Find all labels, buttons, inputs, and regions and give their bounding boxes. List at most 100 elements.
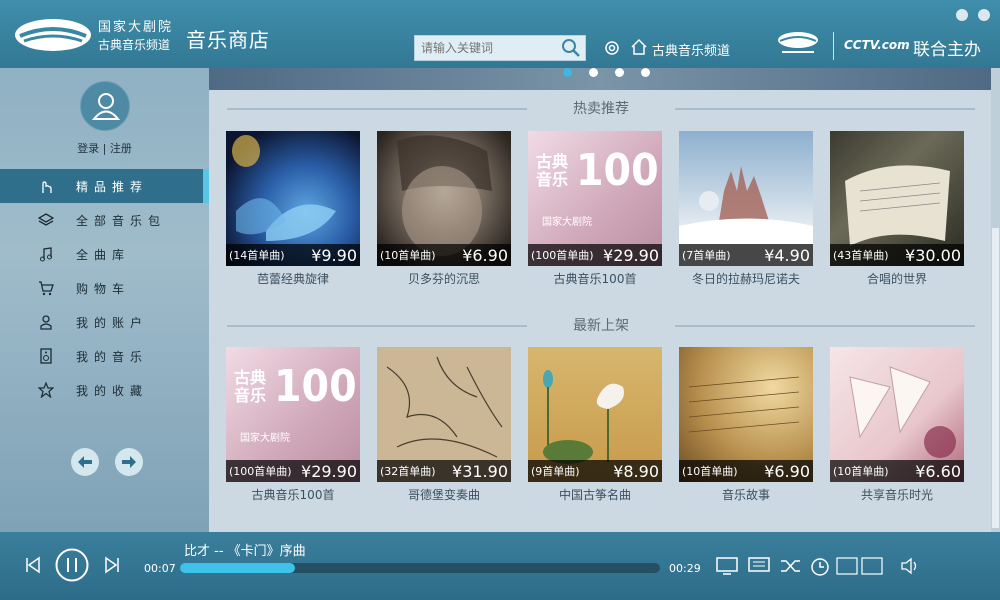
price: ¥6.90 xyxy=(462,245,508,265)
next-icon[interactable] xyxy=(103,556,121,574)
channel-link[interactable]: 古典音乐频道 xyxy=(652,40,730,59)
album-cover[interactable]: 古典 音乐 100 国家大剧院 (100首单曲) ¥29.90 xyxy=(226,347,360,482)
cover-subtitle: 国家大剧院 xyxy=(240,433,290,444)
login-link[interactable]: 登录 xyxy=(77,142,99,155)
album-title[interactable]: 芭蕾经典旋律 xyxy=(226,270,360,287)
album-title[interactable]: 古典音乐100首 xyxy=(528,270,662,287)
back-button[interactable] xyxy=(71,448,99,476)
sidebar-item-label: 我的收藏 xyxy=(76,383,149,398)
album-title[interactable]: 古典音乐100首 xyxy=(226,486,360,503)
current-time: 00:07 xyxy=(144,562,176,575)
sidebar-item-account[interactable]: 我的账户 xyxy=(0,305,209,339)
sidebar-item-all-packs[interactable]: 全部音乐包 xyxy=(0,203,209,237)
album-card[interactable]: (14首单曲) ¥9.90 芭蕾经典旋律 xyxy=(226,131,360,287)
album-cover[interactable]: (32首单曲) ¥31.90 xyxy=(377,347,511,482)
gear-icon[interactable] xyxy=(602,38,622,58)
album-cover[interactable]: (43首单曲) ¥30.00 xyxy=(830,131,964,266)
cover-subtitle: 国家大剧院 xyxy=(542,217,592,228)
layers-icon xyxy=(38,213,54,226)
scrollbar[interactable] xyxy=(991,68,1000,532)
album-card[interactable]: (10首单曲) ¥6.60 共享音乐时光 xyxy=(830,347,964,503)
search-icon[interactable] xyxy=(561,38,581,58)
album-card[interactable]: (9首单曲) ¥8.90 中国古筝名曲 xyxy=(528,347,662,503)
price-bar: (100首单曲) ¥29.90 xyxy=(226,460,360,482)
previous-icon[interactable] xyxy=(24,556,42,574)
shuffle-icon[interactable] xyxy=(780,557,802,575)
minimize-button[interactable] xyxy=(956,9,968,21)
album-title[interactable]: 哥德堡变奏曲 xyxy=(377,486,511,503)
timer-icon[interactable] xyxy=(810,557,830,577)
screen-icon[interactable] xyxy=(716,557,738,575)
track-count: (10首单曲) xyxy=(833,465,889,478)
cover-text: 古典 音乐 xyxy=(536,152,569,189)
album-cover[interactable]: (14首单曲) ¥9.90 xyxy=(226,131,360,266)
album-cover[interactable]: (10首单曲) ¥6.90 xyxy=(377,131,511,266)
login-separator: | xyxy=(102,142,107,155)
forward-button[interactable] xyxy=(115,448,143,476)
hot-section-title: 热卖推荐 xyxy=(227,98,975,118)
sidebar-item-cart[interactable]: 购物车 xyxy=(0,271,209,305)
price: ¥6.90 xyxy=(764,461,810,481)
pause-icon[interactable] xyxy=(55,548,89,582)
progress-bar[interactable] xyxy=(180,563,660,573)
new-section-title: 最新上架 xyxy=(227,315,975,335)
sidebar-item-library[interactable]: 全曲库 xyxy=(0,237,209,271)
avatar[interactable] xyxy=(80,81,130,131)
album-cover[interactable]: (9首单曲) ¥8.90 xyxy=(528,347,662,482)
price: ¥30.00 xyxy=(905,245,961,265)
album-cover[interactable]: (7首单曲) ¥4.90 xyxy=(679,131,813,266)
price-bar: (10首单曲) ¥6.90 xyxy=(377,244,511,266)
price-bar: (14首单曲) ¥9.90 xyxy=(226,244,360,266)
register-link[interactable]: 注册 xyxy=(110,142,132,155)
carousel-dots xyxy=(563,68,650,77)
logo-title: 国家大剧院 xyxy=(98,20,174,35)
album-title[interactable]: 冬日的拉赫玛尼诺夫 xyxy=(679,270,813,287)
album-cover[interactable]: (10首单曲) ¥6.90 xyxy=(679,347,813,482)
quality-icon[interactable] xyxy=(836,557,884,575)
arrow-left-icon xyxy=(78,456,92,468)
user-icon xyxy=(40,315,52,330)
album-card[interactable]: (10首单曲) ¥6.90 音乐故事 xyxy=(679,347,813,503)
sidebar: 登录 | 注册 精品推荐 全部音乐包 全曲库 购物车 我的账户 我的音乐 我的收… xyxy=(0,68,209,532)
volume-icon[interactable] xyxy=(900,557,922,575)
price-bar: (10首单曲) ¥6.60 xyxy=(830,460,964,482)
track-count: (43首单曲) xyxy=(833,249,889,262)
sidebar-item-label: 购物车 xyxy=(76,281,131,296)
album-card[interactable]: (32首单曲) ¥31.90 哥德堡变奏曲 xyxy=(377,347,511,503)
price-bar: (100首单曲) ¥29.90 xyxy=(528,244,662,266)
ncpa-logo xyxy=(15,19,91,51)
sidebar-item-favorites[interactable]: 我的收藏 xyxy=(0,373,209,407)
album-title[interactable]: 贝多芬的沉思 xyxy=(377,270,511,287)
sidebar-item-label: 精品推荐 xyxy=(76,179,149,194)
close-button[interactable] xyxy=(978,9,990,21)
album-cover[interactable]: 古典 音乐 100 国家大剧院 (100首单曲) ¥29.90 xyxy=(528,131,662,266)
album-card[interactable]: (43首单曲) ¥30.00 合唱的世界 xyxy=(830,131,964,287)
sidebar-item-my-music[interactable]: 我的音乐 xyxy=(0,339,209,373)
album-cover[interactable]: (10首单曲) ¥6.60 xyxy=(830,347,964,482)
now-playing-title: 比才 -- 《卡门》序曲 xyxy=(184,544,306,559)
track-count: (100首单曲) xyxy=(531,249,594,262)
playlist-icon[interactable] xyxy=(748,557,770,575)
banner-carousel[interactable] xyxy=(209,68,991,90)
carousel-dot[interactable] xyxy=(589,68,598,77)
album-card[interactable]: (10首单曲) ¥6.90 贝多芬的沉思 xyxy=(377,131,511,287)
album-card[interactable]: (7首单曲) ¥4.90 冬日的拉赫玛尼诺夫 xyxy=(679,131,813,287)
album-title[interactable]: 合唱的世界 xyxy=(830,270,964,287)
carousel-dot[interactable] xyxy=(563,68,572,77)
cover-number: 100 xyxy=(576,145,659,196)
scroll-thumb[interactable] xyxy=(992,228,999,528)
price-bar: (10首单曲) ¥6.90 xyxy=(679,460,813,482)
album-card[interactable]: 古典 音乐 100 国家大剧院 (100首单曲) ¥29.90 古典音乐100首 xyxy=(226,347,360,503)
carousel-dot[interactable] xyxy=(641,68,650,77)
sidebar-item-label: 我的音乐 xyxy=(76,349,149,364)
home-icon[interactable] xyxy=(630,38,648,56)
album-title[interactable]: 共享音乐时光 xyxy=(830,486,964,503)
album-title[interactable]: 中国古筝名曲 xyxy=(528,486,662,503)
carousel-dot[interactable] xyxy=(615,68,624,77)
album-card[interactable]: 古典 音乐 100 国家大剧院 (100首单曲) ¥29.90 古典音乐100首 xyxy=(528,131,662,287)
album-title[interactable]: 音乐故事 xyxy=(679,486,813,503)
sidebar-item-recommended[interactable]: 精品推荐 xyxy=(0,169,209,203)
search-input[interactable] xyxy=(415,36,555,60)
header-divider xyxy=(833,32,834,60)
price-bar: (7首单曲) ¥4.90 xyxy=(679,244,813,266)
